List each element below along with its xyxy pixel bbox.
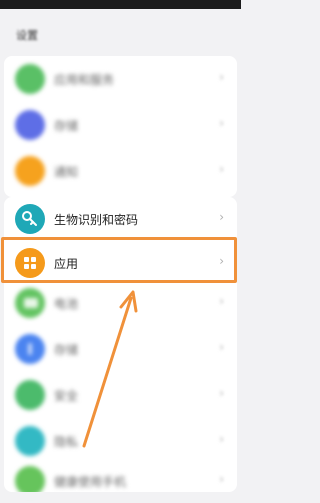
chevron-right-icon: › [219,472,224,486]
chevron-right-icon: › [219,340,224,354]
status-bar [0,0,241,9]
settings-row-biometrics[interactable]: 生物识别和密码 › [4,197,237,241]
chevron-right-icon: › [219,294,224,308]
settings-row-label: 隐私 [54,435,79,449]
biometrics-label: 生物识别和密码 [54,213,139,227]
chevron-right-icon: › [219,162,224,176]
settings-row-label: 健康使用手机 [54,475,127,489]
settings-row-label: 通知 [54,165,79,179]
battery-icon [15,288,45,318]
settings-row-storage[interactable]: 存储 › [4,327,237,371]
settings-row-label: 电池 [54,297,79,311]
settings-row-label: 存储 [54,119,79,133]
settings-row-3[interactable]: 通知 › [4,149,237,193]
page-title: 设置 [16,29,38,42]
chevron-right-icon: › [219,116,224,130]
chevron-right-icon: › [219,70,224,84]
settings-group-top: 应用和服务 › 存储 › 通知 › [4,56,237,197]
privacy-icon [15,426,45,456]
settings-row-label: 应用和服务 [54,73,115,87]
header: 设置 [0,9,241,58]
storage-icon [15,110,45,140]
notification-icon [15,156,45,186]
key-icon [15,204,45,234]
settings-row-label: 安全 [54,389,79,403]
chevron-right-icon: › [219,210,224,224]
chevron-right-icon: › [219,386,224,400]
settings-row-privacy[interactable]: 隐私 › [4,419,237,463]
chevron-right-icon: › [219,432,224,446]
settings-row-1[interactable]: 应用和服务 › [4,57,237,101]
app-settings-icon [15,64,45,94]
storage-icon [15,334,45,364]
bottom-strip [0,492,241,500]
settings-row-2[interactable]: 存储 › [4,103,237,147]
highlight-box [1,237,237,283]
settings-row-security[interactable]: 安全 › [4,373,237,417]
settings-row-battery[interactable]: 电池 › [4,281,237,325]
settings-row-label: 存储 [54,343,79,357]
security-icon [15,380,45,410]
